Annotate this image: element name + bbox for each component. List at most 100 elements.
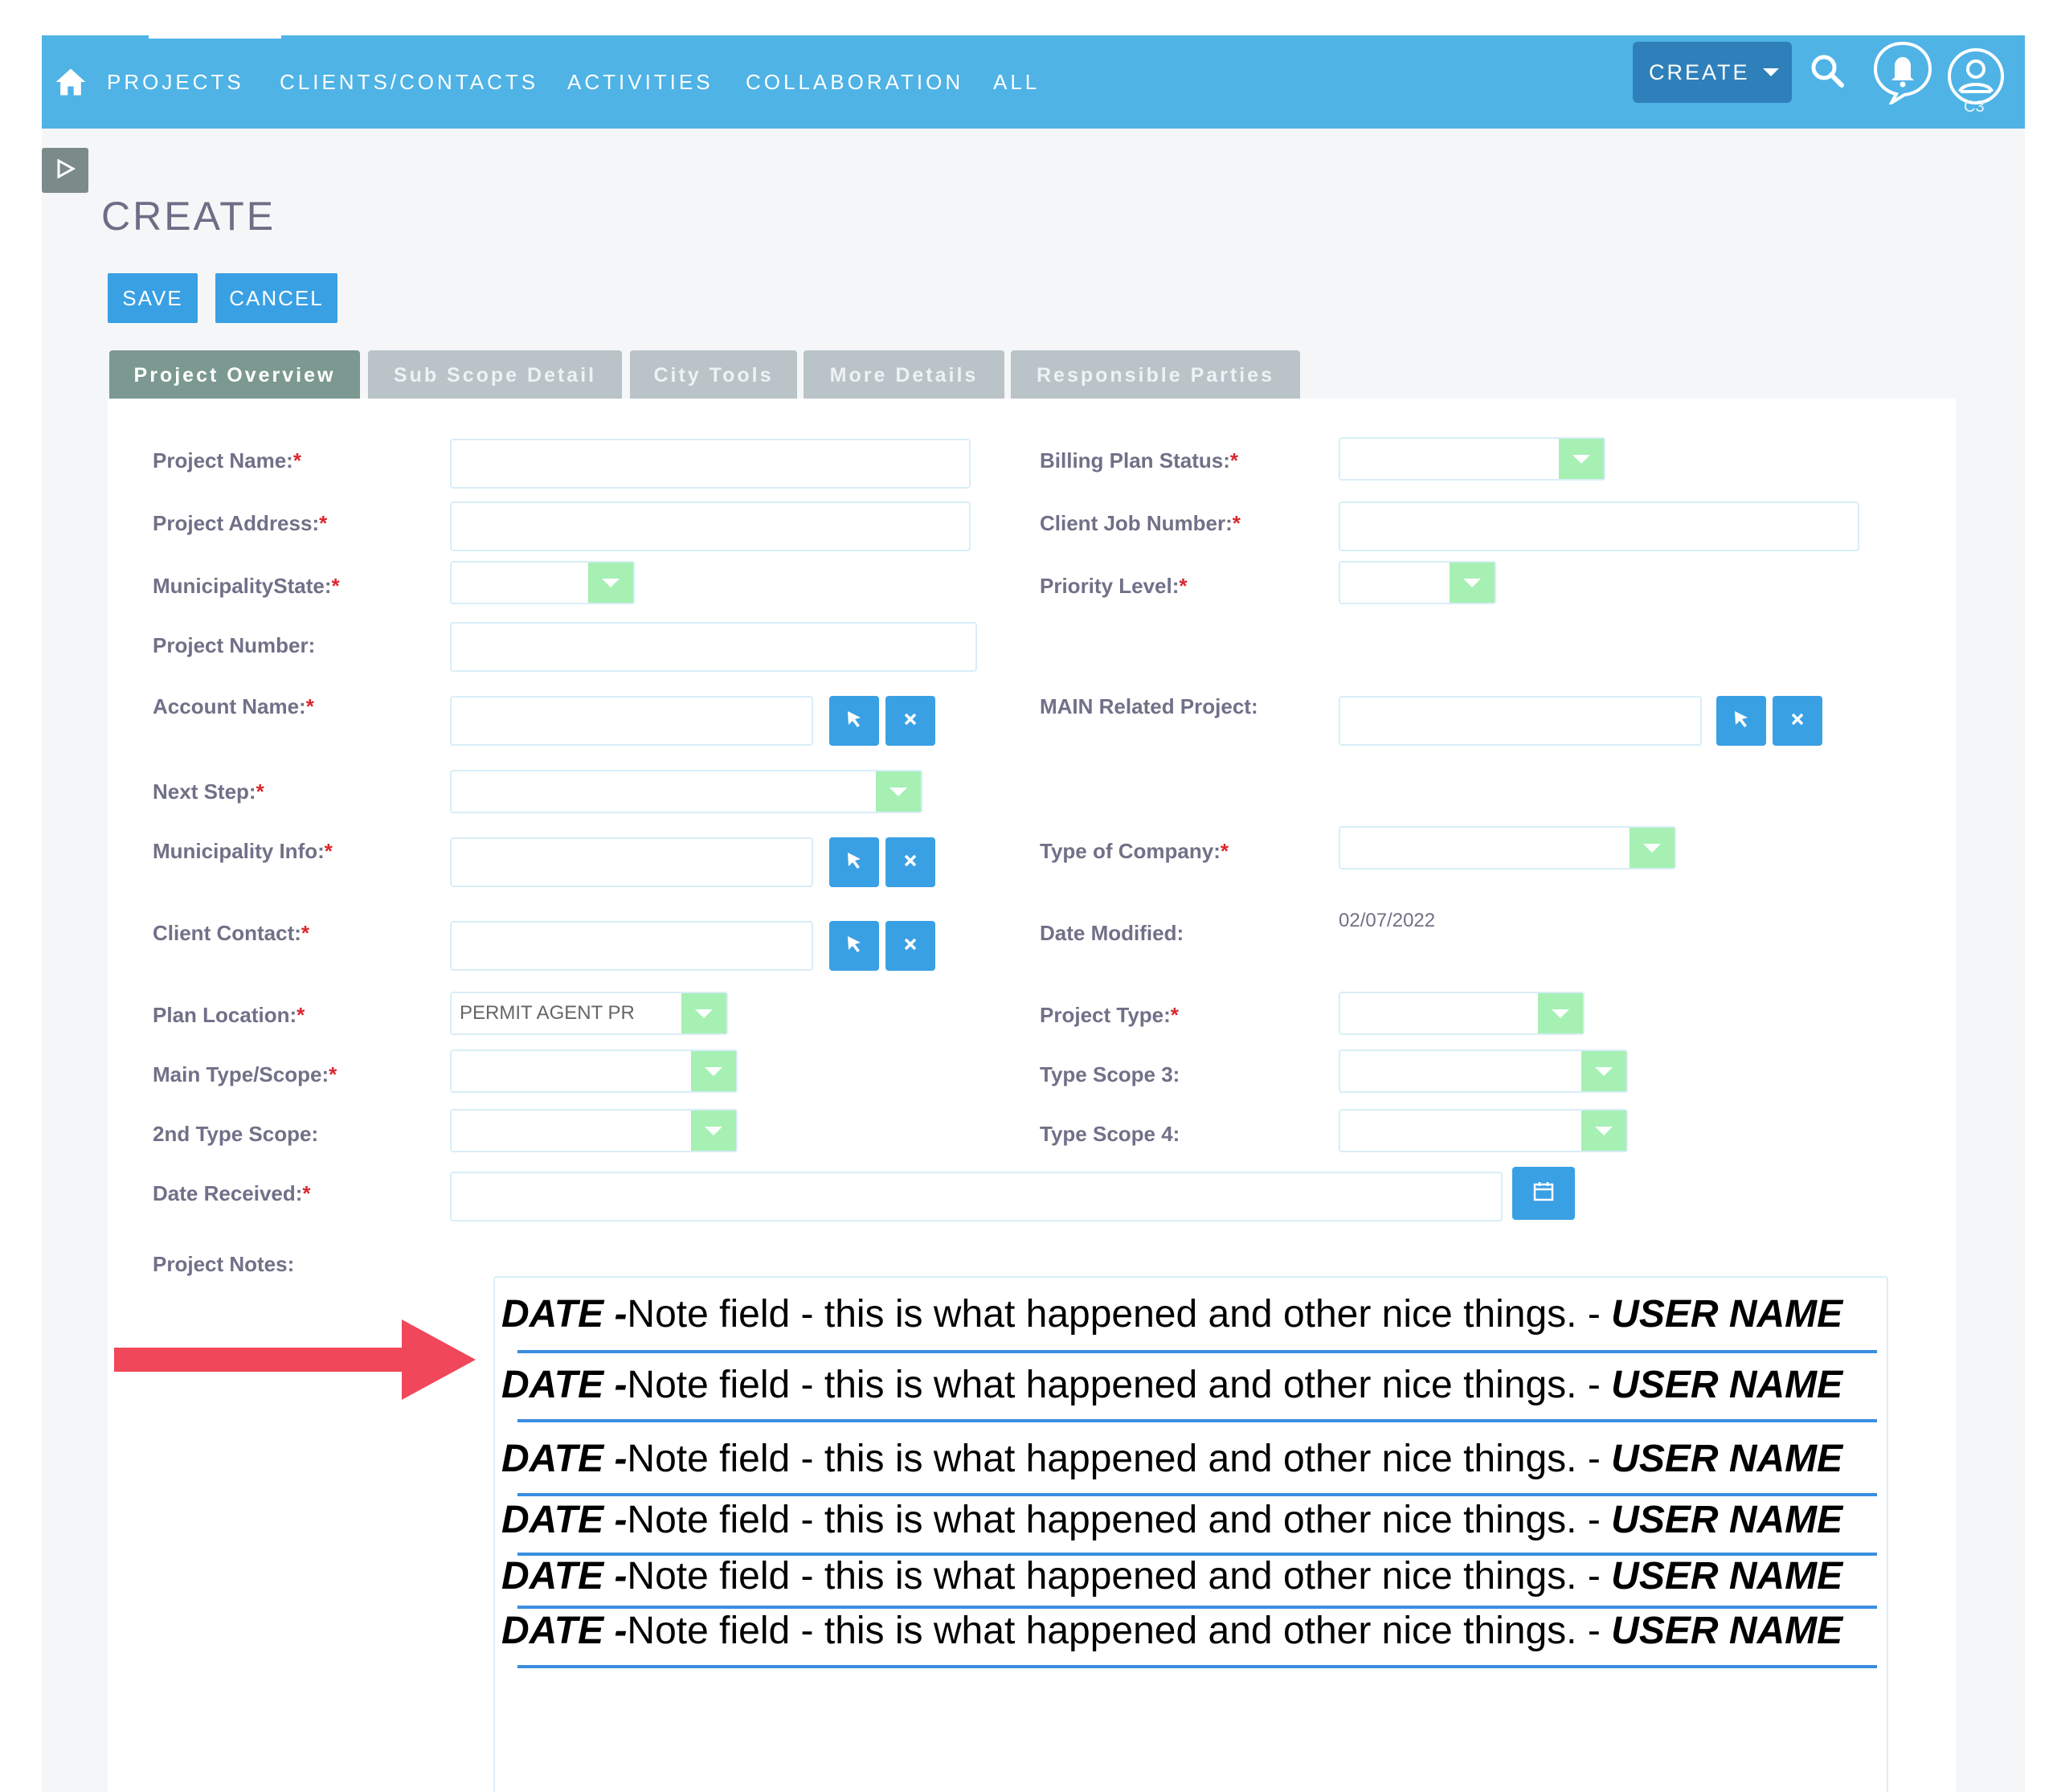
nav-clients-contacts[interactable]: CLIENTS/CONTACTS — [280, 68, 538, 96]
save-button[interactable]: SAVE — [108, 273, 198, 323]
chevron-down-icon — [1581, 1051, 1626, 1091]
nav-projects[interactable]: PROJECTS — [107, 68, 244, 96]
top-nav: PROJECTS CLIENTS/CONTACTS ACTIVITIES COL… — [42, 35, 2025, 129]
chevron-down-icon — [691, 1111, 736, 1151]
plan-location-select[interactable]: PERMIT AGENT PR — [450, 992, 728, 1035]
arrow-right-icon — [114, 1319, 476, 1404]
caret-down-icon — [1762, 68, 1779, 76]
label-project-type: Project Type:* — [1040, 1003, 1179, 1027]
tab-city-tools[interactable]: City Tools — [630, 350, 797, 400]
client-contact-clear-button[interactable] — [885, 921, 935, 971]
search-icon[interactable] — [1808, 51, 1848, 96]
label-project-address: Project Address:* — [153, 511, 328, 535]
note-entry: DATE -Note field - this is what happened… — [501, 1438, 1843, 1480]
label-priority-level: Priority Level:* — [1040, 574, 1188, 598]
nav-collaboration[interactable]: COLLABORATION — [746, 68, 963, 96]
cursor-icon — [1730, 708, 1752, 734]
priority-level-select[interactable] — [1339, 561, 1496, 604]
create-button-label: CREATE — [1649, 59, 1750, 84]
chevron-down-icon — [1581, 1111, 1626, 1151]
note-entry: DATE -Note field - this is what happened… — [501, 1364, 1843, 1406]
label-next-step: Next Step:* — [153, 779, 264, 804]
user-initials: C3 — [1964, 98, 1985, 116]
label-type-scope-4: Type Scope 4: — [1040, 1122, 1180, 1146]
project-address-input[interactable] — [450, 501, 971, 551]
cancel-button[interactable]: CANCEL — [215, 273, 337, 323]
municipality-info-input[interactable] — [450, 837, 813, 887]
municipality-info-select-button[interactable] — [829, 837, 879, 887]
account-name-clear-button[interactable] — [885, 696, 935, 746]
date-modified-value: 02/07/2022 — [1339, 910, 1436, 931]
note-entry: DATE -Note field - this is what happened… — [501, 1499, 1843, 1541]
tab-more-details[interactable]: More Details — [804, 350, 1004, 400]
label-client-job-number: Client Job Number:* — [1040, 511, 1241, 535]
chevron-down-icon — [1630, 828, 1675, 868]
label-type-scope-3: Type Scope 3: — [1040, 1062, 1180, 1086]
note-divider — [517, 1419, 1877, 1422]
main-related-project-select-button[interactable] — [1716, 696, 1766, 746]
chevron-down-icon — [691, 1051, 736, 1091]
main-related-project-input[interactable] — [1339, 696, 1702, 746]
client-job-number-input[interactable] — [1339, 501, 1859, 551]
label-billing-plan-status: Billing Plan Status:* — [1040, 448, 1239, 473]
project-number-input[interactable] — [450, 622, 977, 672]
play-icon — [54, 158, 76, 184]
label-account-name: Account Name:* — [153, 694, 314, 718]
tab-sub-scope-detail[interactable]: Sub Scope Detail — [368, 350, 622, 400]
main-related-project-clear-button[interactable] — [1773, 696, 1822, 746]
chevron-down-icon — [588, 563, 633, 603]
app-window: PROJECTS CLIENTS/CONTACTS ACTIVITIES COL… — [42, 35, 2025, 1792]
account-name-select-button[interactable] — [829, 696, 879, 746]
nav-activities[interactable]: ACTIVITIES — [567, 68, 714, 96]
create-dropdown-button[interactable]: CREATE — [1633, 42, 1792, 103]
plan-location-value: PERMIT AGENT PR — [460, 1002, 635, 1024]
label-project-notes: Project Notes: — [153, 1252, 295, 1276]
chevron-down-icon — [1450, 563, 1495, 603]
next-step-select[interactable] — [450, 770, 922, 813]
municipality-info-clear-button[interactable] — [885, 837, 935, 887]
note-divider — [517, 1665, 1877, 1668]
calendar-icon — [1532, 1180, 1556, 1208]
note-divider — [517, 1350, 1877, 1353]
label-client-contact: Client Contact:* — [153, 921, 310, 945]
main-type-scope-select[interactable] — [450, 1049, 738, 1093]
account-name-input[interactable] — [450, 696, 813, 746]
chevron-down-icon — [876, 771, 921, 812]
municipality-state-select[interactable] — [450, 561, 635, 604]
close-icon — [902, 853, 918, 873]
label-type-of-company: Type of Company:* — [1040, 839, 1229, 863]
nav-all[interactable]: ALL — [993, 68, 1040, 96]
label-date-modified: Date Modified: — [1040, 921, 1184, 945]
sidebar-toggle[interactable] — [42, 148, 88, 193]
label-main-related-project: MAIN Related Project: — [1040, 694, 1258, 718]
date-received-input[interactable] — [450, 1172, 1503, 1221]
billing-plan-status-select[interactable] — [1339, 437, 1605, 481]
tab-responsible-parties[interactable]: Responsible Parties — [1011, 350, 1300, 400]
cursor-icon — [843, 933, 865, 959]
client-contact-input[interactable] — [450, 921, 813, 971]
nav-active-indicator — [149, 35, 281, 39]
label-project-number: Project Number: — [153, 633, 316, 657]
note-divider — [517, 1493, 1877, 1496]
bell-icon[interactable] — [1872, 40, 1933, 108]
label-plan-location: Plan Location:* — [153, 1003, 305, 1027]
type-scope-3-select[interactable] — [1339, 1049, 1628, 1093]
page-title: CREATE — [101, 194, 276, 239]
close-icon — [1789, 711, 1805, 731]
home-icon[interactable] — [53, 64, 88, 100]
close-icon — [902, 711, 918, 731]
note-entry: DATE -Note field - this is what happened… — [501, 1293, 1843, 1336]
type-of-company-select[interactable] — [1339, 826, 1676, 869]
chevron-down-icon — [1559, 439, 1604, 479]
client-contact-select-button[interactable] — [829, 921, 879, 971]
close-icon — [902, 936, 918, 956]
project-name-input[interactable] — [450, 439, 971, 489]
type-scope-4-select[interactable] — [1339, 1109, 1628, 1152]
project-type-select[interactable] — [1339, 992, 1585, 1035]
chevron-down-icon — [681, 993, 726, 1033]
label-municipality-info: Municipality Info:* — [153, 839, 333, 863]
label-main-type-scope: Main Type/Scope:* — [153, 1062, 337, 1086]
tab-project-overview[interactable]: Project Overview — [109, 350, 360, 400]
date-picker-button[interactable] — [1512, 1167, 1575, 1220]
second-type-scope-select[interactable] — [450, 1109, 738, 1152]
